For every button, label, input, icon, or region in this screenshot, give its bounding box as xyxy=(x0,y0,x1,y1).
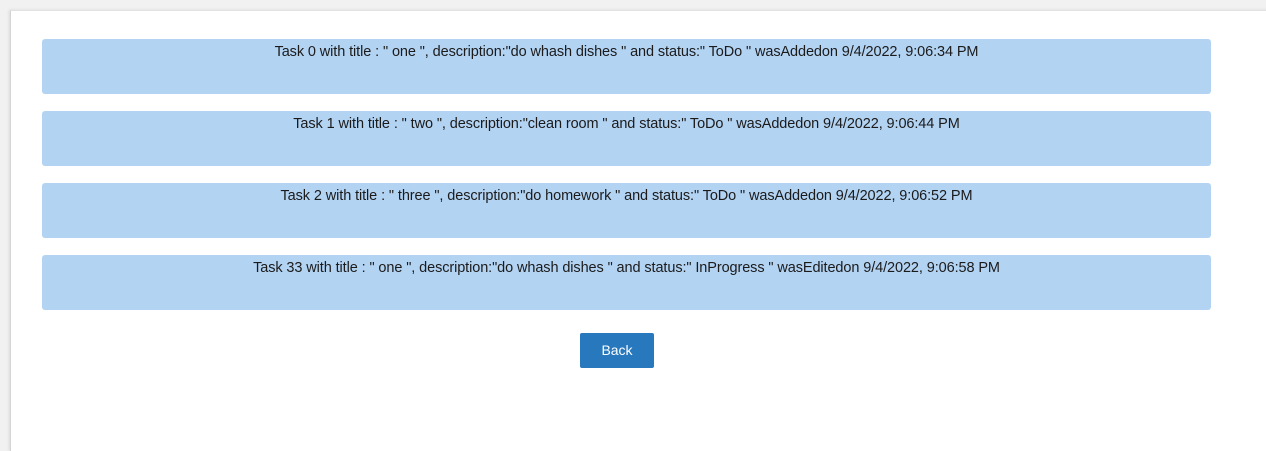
task-item: Task 33 with title : " one ", descriptio… xyxy=(42,255,1211,310)
task-text: Task 2 with title : " three ", descripti… xyxy=(280,188,973,204)
task-text: Task 1 with title : " two ", description… xyxy=(293,116,960,132)
app-window: Task 0 with title : " one ", description… xyxy=(10,10,1266,451)
back-button[interactable]: Back xyxy=(580,333,654,368)
task-text: Task 33 with title : " one ", descriptio… xyxy=(253,260,1000,276)
task-item: Task 1 with title : " two ", description… xyxy=(42,111,1211,166)
task-list: Task 0 with title : " one ", description… xyxy=(42,39,1211,327)
task-text: Task 0 with title : " one ", description… xyxy=(274,44,979,60)
task-item: Task 0 with title : " one ", description… xyxy=(42,39,1211,94)
task-item: Task 2 with title : " three ", descripti… xyxy=(42,183,1211,238)
